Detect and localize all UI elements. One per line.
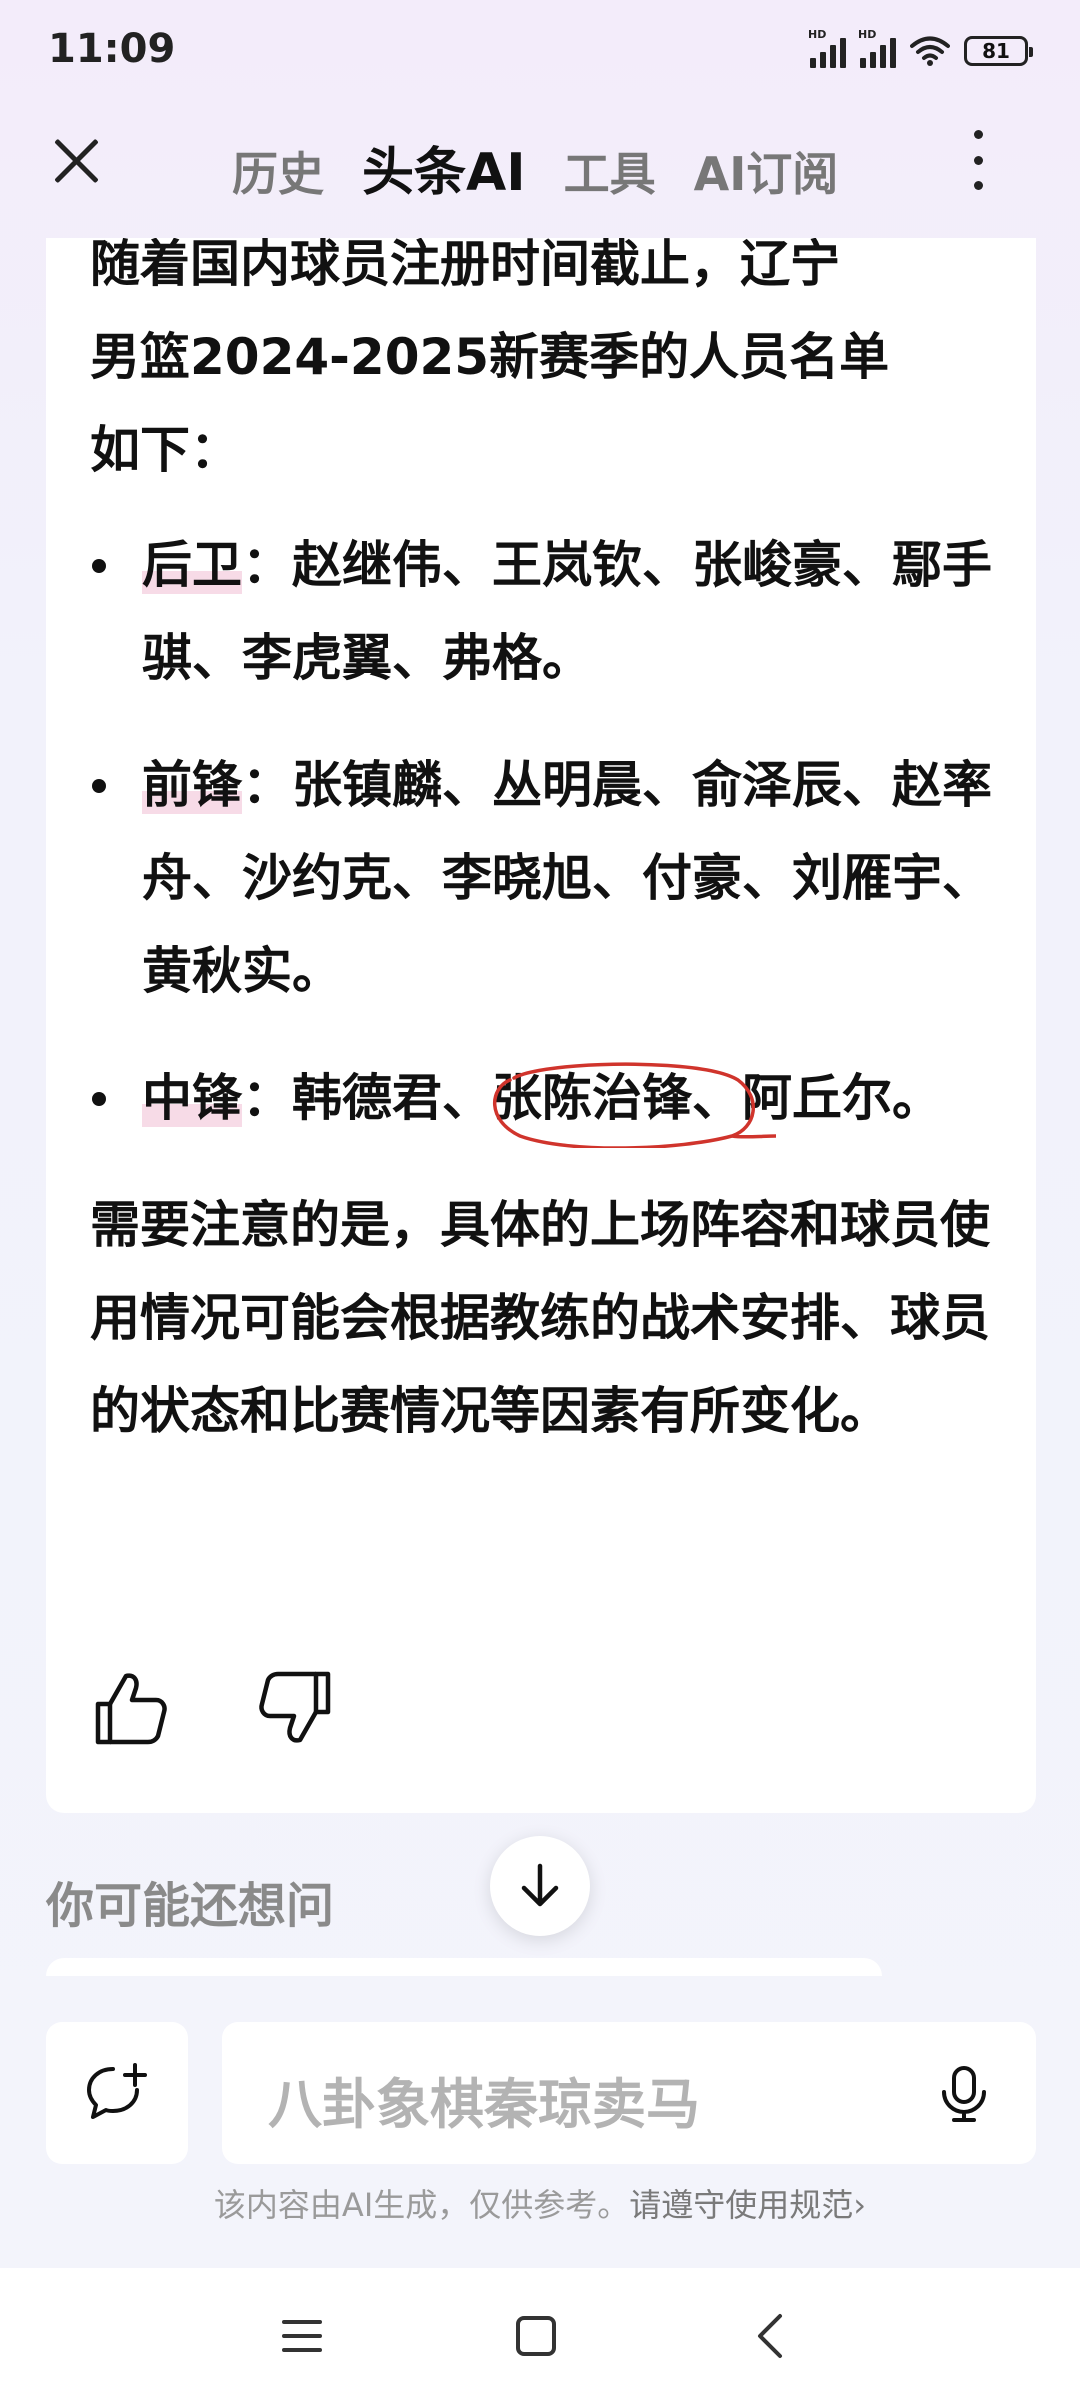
circled-player-name: 张陈治锋、 bbox=[492, 1052, 776, 1148]
usage-policy-link[interactable]: 请遵守使用规范 bbox=[629, 2186, 853, 2224]
note-paragraph: 需要注意的是，具体的上场阵容和球员使用情况可能会根据教练的战术安排、球员的状态和… bbox=[90, 1196, 990, 1440]
signal-icon: HD bbox=[808, 28, 846, 68]
player-names: 阿丘尔。 bbox=[742, 1069, 942, 1127]
chat-input-placeholder: 八卦象棋秦琼卖马 bbox=[268, 2073, 700, 2136]
arrow-down-icon bbox=[521, 1863, 559, 1907]
tab-history[interactable]: 历史 bbox=[232, 138, 324, 204]
microphone-icon[interactable] bbox=[936, 2064, 992, 2124]
suggestions-title: 你可能还想问 bbox=[46, 1878, 335, 1934]
new-chat-icon bbox=[87, 2063, 147, 2119]
wifi-icon bbox=[910, 36, 950, 66]
top-nav: 历史 头条AI 工具 AI订阅 bbox=[0, 110, 1080, 210]
feedback-row bbox=[90, 1668, 336, 1748]
list-item-centers: 中锋：韩德君、张陈治锋、 阿丘尔。 bbox=[90, 1052, 1010, 1148]
tab-tools[interactable]: 工具 bbox=[564, 138, 656, 204]
ai-disclaimer: 该内容由AI生成，仅供参考。请遵守使用规范› bbox=[213, 2186, 867, 2224]
new-chat-button[interactable] bbox=[46, 2022, 188, 2164]
tab-bar: 历史 头条AI 工具 AI订阅 bbox=[232, 130, 838, 205]
intro-line: 男篮2024-2025新赛季的人员名单 bbox=[90, 328, 890, 386]
roster-list: 后卫：赵继伟、王岚钦、张峻豪、鄢手骐、李虎翼、弗格。 前锋：张镇麟、丛明晨、俞泽… bbox=[90, 519, 1010, 1148]
tab-toutiao-ai[interactable]: 头条AI bbox=[362, 130, 526, 205]
system-nav-bar bbox=[0, 2268, 1080, 2400]
suggestion-card[interactable] bbox=[46, 1958, 882, 1976]
role-label: 前锋 bbox=[142, 756, 242, 814]
status-icons: HD HD 81 bbox=[808, 28, 1033, 68]
scroll-down-button[interactable] bbox=[490, 1836, 590, 1936]
intro-line: 随着国内球员注册时间截止，辽宁 bbox=[90, 238, 840, 293]
thumbs-down-icon[interactable] bbox=[256, 1668, 336, 1748]
more-icon[interactable] bbox=[972, 130, 984, 190]
battery-icon: 81 bbox=[964, 36, 1033, 66]
chat-input[interactable]: 八卦象棋秦琼卖马 bbox=[222, 2022, 1036, 2164]
tab-ai-subscription[interactable]: AI订阅 bbox=[694, 138, 839, 204]
player-names: 韩德君、 bbox=[292, 1069, 492, 1127]
answer-card: 随着国内球员注册时间截止，辽宁 男篮2024-2025新赛季的人员名单 如下： … bbox=[46, 238, 1036, 1813]
signal-icon: HD bbox=[858, 28, 896, 68]
intro-line: 如下： bbox=[90, 421, 240, 479]
thumbs-up-icon[interactable] bbox=[90, 1668, 170, 1748]
status-bar: 11:09 HD HD 81 bbox=[0, 0, 1080, 105]
back-icon[interactable] bbox=[742, 2308, 802, 2364]
close-icon[interactable] bbox=[48, 132, 104, 188]
menu-icon[interactable] bbox=[272, 2308, 332, 2364]
list-item-guards: 后卫：赵继伟、王岚钦、张峻豪、鄢手骐、李虎翼、弗格。 bbox=[90, 519, 1010, 705]
home-icon[interactable] bbox=[506, 2308, 566, 2364]
list-item-forwards: 前锋：张镇麟、丛明晨、俞泽辰、赵率舟、沙约克、李晓旭、付豪、刘雁宇、黄秋实。 bbox=[90, 739, 1010, 1018]
chevron-right-icon: › bbox=[853, 2186, 867, 2224]
answer-content: 随着国内球员注册时间截止，辽宁 男篮2024-2025新赛季的人员名单 如下： … bbox=[90, 238, 1010, 1458]
role-label: 后卫 bbox=[142, 536, 242, 594]
role-label: 中锋 bbox=[142, 1069, 242, 1127]
status-time: 11:09 bbox=[48, 26, 176, 72]
